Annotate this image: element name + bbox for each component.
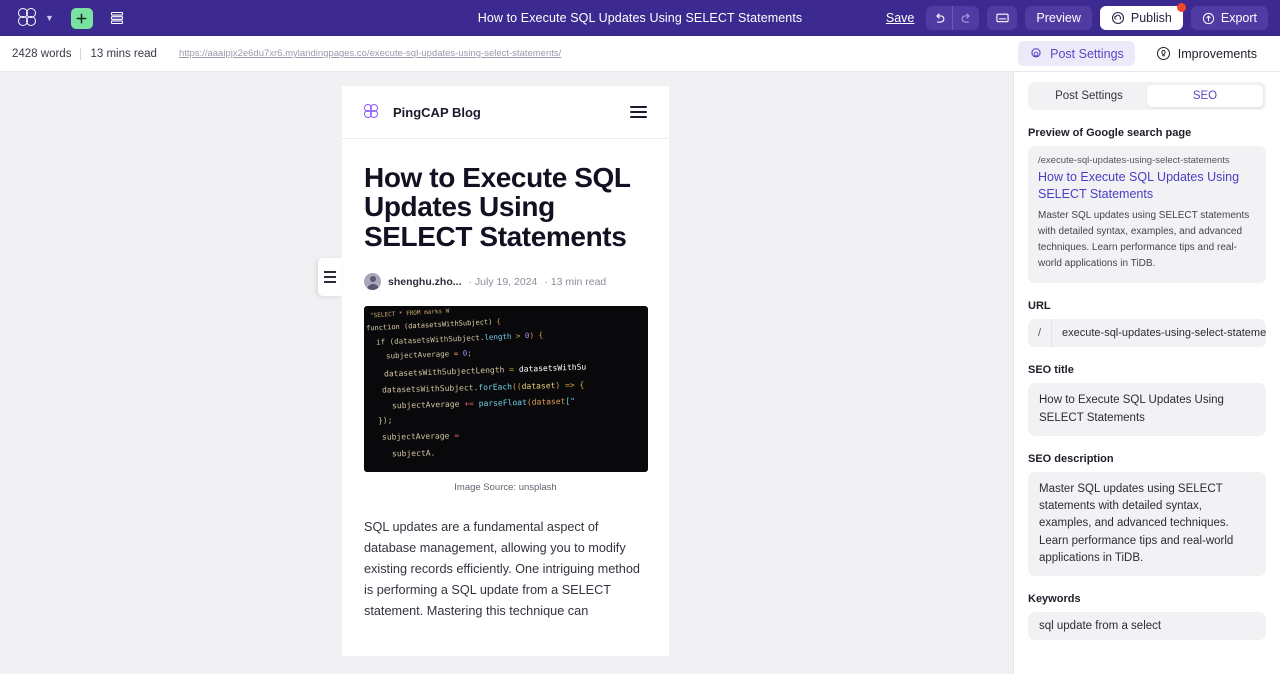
projects-stack-button[interactable] bbox=[106, 7, 128, 29]
document-stats: 2428 words 13 mins read bbox=[0, 47, 157, 60]
read-time: 13 mins read bbox=[90, 47, 157, 60]
panel-tabs: Post Settings SEO bbox=[1028, 82, 1266, 110]
export-label: Export bbox=[1220, 11, 1257, 25]
tab-post-settings[interactable]: Post Settings bbox=[1031, 85, 1147, 107]
page-preview[interactable]: PingCAP Blog How to Execute SQL Updates … bbox=[318, 86, 669, 656]
user-avatar-icon bbox=[364, 273, 381, 291]
publish-button[interactable]: Publish bbox=[1099, 3, 1186, 30]
add-new-button[interactable] bbox=[70, 7, 93, 29]
image-caption-prefix: Image Source: bbox=[454, 482, 519, 494]
redo-button[interactable] bbox=[953, 6, 979, 30]
lightbulb-circle-icon bbox=[1156, 46, 1170, 61]
app-root: ▼ How to Execute SQL Updates Using SELEC… bbox=[0, 0, 1280, 674]
four-circle-logo-icon bbox=[18, 8, 40, 28]
save-button[interactable]: Save bbox=[886, 11, 915, 25]
article-byline: shenghu.zho... · July 19, 2024 · 13 min … bbox=[364, 273, 647, 291]
post-settings-label: Post Settings bbox=[1050, 46, 1124, 61]
article-title[interactable]: How to Execute SQL Updates Using SELECT … bbox=[364, 163, 647, 251]
toolbar-left-group: ▼ bbox=[0, 5, 128, 31]
google-preview-url: /execute-sql-updates-using-select-statem… bbox=[1038, 155, 1230, 166]
url-prefix: / bbox=[1028, 319, 1052, 348]
export-button[interactable]: Export bbox=[1190, 6, 1268, 30]
blog-logo-icon bbox=[364, 104, 381, 120]
presentation-mode-button[interactable] bbox=[987, 6, 1018, 30]
cloud-upload-icon bbox=[1111, 11, 1124, 25]
plus-icon bbox=[76, 13, 87, 23]
blog-header: PingCAP Blog bbox=[342, 86, 669, 139]
toolbar-right-group: Save Preview Publish Export bbox=[886, 3, 1280, 30]
sub-toolbar-actions: Post Settings Improvements bbox=[1018, 41, 1280, 66]
publish-date: · July 19, 2024 bbox=[468, 275, 538, 288]
hamburger-menu-icon[interactable] bbox=[630, 106, 647, 118]
improvements-button[interactable]: Improvements bbox=[1145, 41, 1268, 66]
url-field-label: URL bbox=[1028, 300, 1051, 313]
keywords-label: Keywords bbox=[1028, 593, 1081, 605]
keywords-input[interactable]: sql update from a select bbox=[1028, 612, 1266, 640]
seo-title-input[interactable]: How to Execute SQL Updates Using SELECT … bbox=[1028, 383, 1266, 436]
url-input-row[interactable]: / execute-sql-updates-using-select-state… bbox=[1028, 319, 1266, 348]
seo-description-label: SEO description bbox=[1028, 452, 1114, 465]
author-name: shenghu.zho... bbox=[388, 275, 462, 288]
gear-icon bbox=[1031, 47, 1041, 58]
top-toolbar: ▼ How to Execute SQL Updates Using SELEC… bbox=[0, 0, 1280, 36]
undo-redo-group bbox=[926, 6, 980, 30]
seo-description-input[interactable]: Master SQL updates using SELECT statemen… bbox=[1028, 471, 1266, 576]
seo-settings-panel: Post Settings SEO Preview of Google sear… bbox=[1013, 72, 1280, 674]
stack-layers-icon bbox=[110, 11, 123, 25]
editor-canvas[interactable]: PingCAP Blog How to Execute SQL Updates … bbox=[0, 72, 1013, 668]
image-source-link[interactable]: unsplash bbox=[519, 482, 557, 493]
upload-arrow-icon bbox=[1202, 12, 1214, 24]
chevron-down-icon: ▼ bbox=[45, 12, 54, 23]
undo-button[interactable] bbox=[926, 6, 952, 30]
word-count: 2428 words bbox=[12, 47, 72, 60]
url-input[interactable]: execute-sql-updates-using-select-stateme… bbox=[1052, 327, 1266, 339]
article-hero-image[interactable]: "SELECT * FROM marks W function (dataset… bbox=[364, 306, 648, 473]
improvements-label: Improvements bbox=[1177, 46, 1257, 61]
image-caption: Image Source: unsplash bbox=[364, 482, 647, 493]
article-body-paragraph[interactable]: SQL updates are a fundamental aspect of … bbox=[364, 517, 647, 622]
publish-notification-dot bbox=[1176, 3, 1186, 12]
publish-label: Publish bbox=[1130, 11, 1172, 25]
preview-button[interactable]: Preview bbox=[1025, 6, 1092, 30]
article-read-time: · 13 min read bbox=[544, 275, 607, 288]
google-preview-heading: Preview of Google search page bbox=[1028, 127, 1192, 139]
post-settings-button[interactable]: Post Settings bbox=[1018, 41, 1135, 66]
seo-title-label: SEO title bbox=[1028, 364, 1074, 377]
app-logo-button[interactable]: ▼ bbox=[14, 5, 58, 31]
drag-handle-icon[interactable] bbox=[318, 258, 342, 296]
stats-divider bbox=[80, 47, 82, 60]
google-search-preview: /execute-sql-updates-using-select-statem… bbox=[1028, 146, 1266, 284]
article-content[interactable]: How to Execute SQL Updates Using SELECT … bbox=[342, 139, 669, 623]
page-url-link[interactable]: https://aaaipjx2e6du7xr6.mylandingpages.… bbox=[179, 48, 561, 59]
sub-toolbar: 2428 words 13 mins read https://aaaipjx2… bbox=[0, 36, 1280, 72]
blog-name: PingCAP Blog bbox=[393, 104, 481, 120]
undo-arrow-icon bbox=[936, 12, 945, 23]
laptop-screen-icon bbox=[996, 13, 1009, 22]
redo-arrow-icon bbox=[961, 12, 970, 23]
google-preview-title: How to Execute SQL Updates Using SELECT … bbox=[1038, 170, 1240, 202]
preview-label: Preview bbox=[1036, 11, 1081, 25]
tab-seo[interactable]: SEO bbox=[1147, 85, 1263, 107]
google-preview-description: Master SQL updates using SELECT statemen… bbox=[1038, 209, 1250, 270]
